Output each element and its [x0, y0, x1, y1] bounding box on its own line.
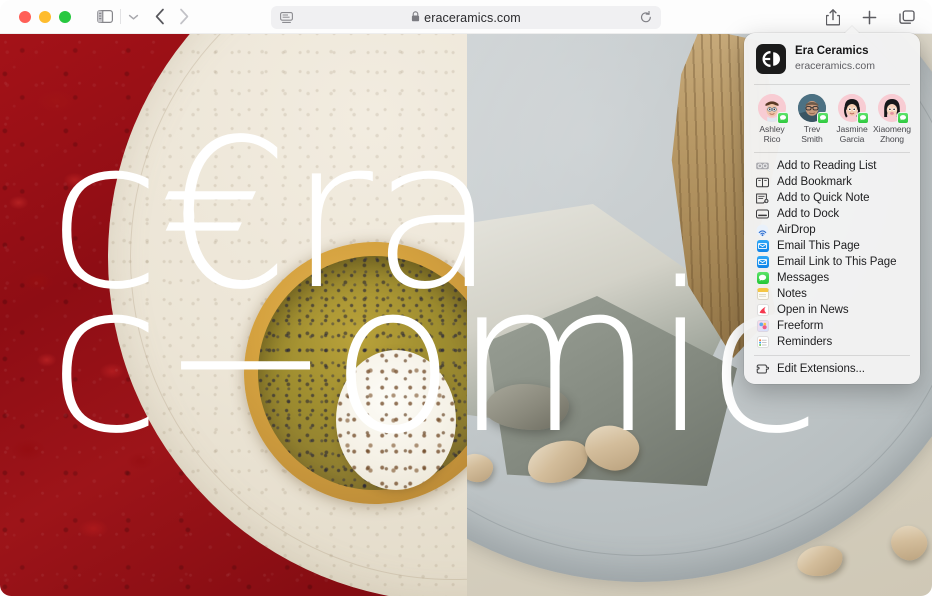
menu-item-label: Notes: [777, 287, 807, 300]
menu-item-label: Reminders: [777, 335, 833, 348]
zoom-window-button[interactable]: [59, 10, 71, 23]
address-bar[interactable]: eraceramics.com: [271, 6, 661, 29]
menu-item-label: Freeform: [777, 319, 824, 332]
contact-name-line2: Garcia: [839, 133, 865, 144]
menu-item-reminders[interactable]: Reminders: [744, 334, 920, 350]
menu-item-edit-extensions[interactable]: Edit Extensions...: [744, 361, 920, 377]
contact-name-line2: Rico: [763, 133, 781, 144]
menu-item-label: Email This Page: [777, 239, 860, 252]
hero-photo-left: [0, 34, 467, 596]
new-tab-icon[interactable]: [862, 10, 877, 25]
address-field[interactable]: eraceramics.com: [271, 6, 661, 29]
menu-item-notes[interactable]: Notes: [744, 286, 920, 302]
avatar-wrap: [758, 94, 789, 124]
news-icon: [756, 304, 769, 317]
messages-badge-icon: [777, 112, 789, 124]
contact-name: Trev Smith: [793, 124, 831, 144]
reader-view-icon[interactable]: [280, 11, 293, 24]
menu-item-freeform[interactable]: Freeform: [744, 318, 920, 334]
reading-glasses-icon: [756, 160, 769, 173]
window-traffic-lights: [19, 10, 71, 23]
menu-item-label: Messages: [777, 271, 830, 284]
mail-icon: [756, 256, 769, 269]
contact-name: Jasmine Garcia: [836, 124, 867, 144]
reload-icon[interactable]: [640, 11, 652, 24]
close-window-button[interactable]: [19, 10, 31, 23]
messages-icon: [756, 272, 769, 285]
menu-item-label: Edit Extensions...: [777, 362, 865, 375]
menu-item-label: Add Bookmark: [777, 175, 852, 188]
share-icon[interactable]: [826, 8, 840, 26]
menu-item-label: AirDrop: [777, 223, 816, 236]
contact-ashley-rico[interactable]: Ashley Rico: [753, 94, 791, 144]
quick-note-icon: [756, 192, 769, 205]
contact-jasmine-garcia[interactable]: Jasmine Garcia: [833, 94, 871, 144]
suggested-contacts: Ashley Rico Trev Smith Jasmine Garcia Xi…: [744, 85, 920, 152]
menu-item-add-bookmark[interactable]: Add Bookmark: [744, 174, 920, 190]
notes-icon: [756, 288, 769, 301]
menu-item-label: Add to Quick Note: [777, 191, 870, 204]
toolbar-divider: [120, 9, 121, 24]
contact-name-line2: Zhong: [880, 133, 904, 144]
menu-item-email-this-page[interactable]: Email This Page: [744, 238, 920, 254]
messages-badge-icon: [857, 112, 869, 124]
contact-trev-smith[interactable]: Trev Smith: [793, 94, 831, 144]
forward-button[interactable]: [179, 8, 189, 25]
rock-fragment: [485, 384, 569, 430]
menu-item-add-to-dock[interactable]: Add to Dock: [744, 206, 920, 222]
menu-item-add-to-reading-list[interactable]: Add to Reading List: [744, 158, 920, 174]
minimize-window-button[interactable]: [39, 10, 51, 23]
address-display: eraceramics.com: [271, 9, 661, 27]
contact-name: Xiaomeng Zhong: [873, 124, 911, 144]
contact-xiaomeng-zhong[interactable]: Xiaomeng Zhong: [873, 94, 911, 144]
show-sidebar-icon[interactable]: [97, 10, 113, 23]
bowl-inner-white-glaze: [336, 350, 456, 490]
menu-item-label: Add to Dock: [777, 207, 840, 220]
menu-item-add-to-quick-note[interactable]: Add to Quick Note: [744, 190, 920, 206]
extensions-icon: [756, 363, 769, 376]
menu-item-open-in-news[interactable]: Open in News: [744, 302, 920, 318]
reminders-icon: [756, 336, 769, 349]
share-menu: Add to Reading List Add Bookmark Add to …: [744, 153, 920, 379]
tab-overview-icon[interactable]: [899, 9, 915, 25]
url-text: eraceramics.com: [424, 10, 521, 25]
browser-toolbar: eraceramics.com: [0, 0, 932, 34]
menu-item-label: Open in News: [777, 303, 849, 316]
menu-item-airdrop[interactable]: AirDrop: [744, 222, 920, 238]
avatar-wrap: [798, 94, 829, 124]
mail-icon: [756, 240, 769, 253]
safari-window: eraceramics.com c€ra c−omic Era Ceramics…: [0, 0, 932, 596]
sidebar-controls: [97, 9, 139, 24]
back-button[interactable]: [155, 8, 165, 25]
book-icon: [756, 176, 769, 189]
chevron-down-icon[interactable]: [128, 13, 139, 21]
menu-item-messages[interactable]: Messages: [744, 270, 920, 286]
menu-item-label: Email Link to This Page: [777, 255, 897, 268]
navigation-buttons: [155, 8, 189, 25]
popover-arrow: [844, 26, 860, 34]
airdrop-icon: [756, 224, 769, 237]
messages-badge-icon: [817, 112, 829, 124]
popover-site-header: Era Ceramics eraceramics.com: [744, 33, 920, 84]
site-name: Era Ceramics: [795, 45, 869, 58]
toolbar-right-buttons: [826, 0, 915, 34]
freeform-icon: [756, 320, 769, 333]
popover-divider: [754, 355, 910, 357]
messages-badge-icon: [897, 112, 909, 124]
menu-item-email-link-to-this-page[interactable]: Email Link to This Page: [744, 254, 920, 270]
avatar-wrap: [838, 94, 869, 124]
avatar-wrap: [878, 94, 909, 124]
contact-name-line1: Trev Smith: [801, 124, 823, 144]
menu-item-label: Add to Reading List: [777, 159, 877, 172]
lock-icon: [411, 9, 420, 27]
share-popover: Era Ceramics eraceramics.com Ashley Rico…: [744, 26, 920, 385]
dock-icon: [756, 208, 769, 221]
site-host: eraceramics.com: [795, 59, 875, 72]
site-logo-icon: [756, 44, 786, 74]
contact-name: Ashley Rico: [759, 124, 784, 144]
